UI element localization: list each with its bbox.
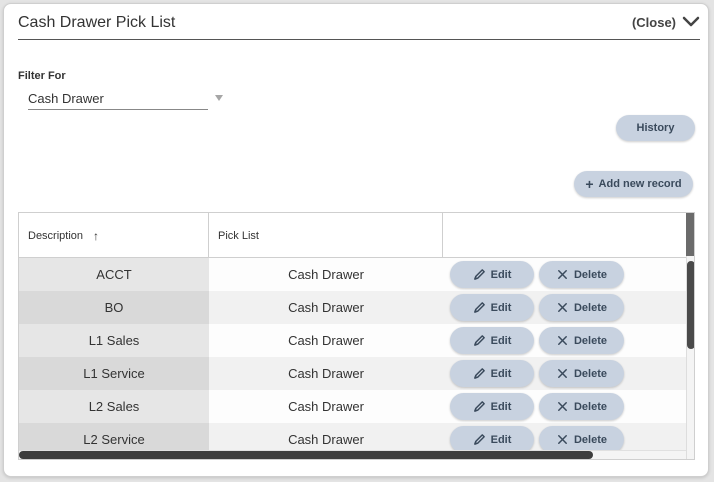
edit-label: Edit <box>490 301 512 314</box>
row-actions: Edit Delete <box>450 327 624 354</box>
pencil-icon <box>473 401 485 412</box>
row-actions: Edit Delete <box>450 360 624 387</box>
edit-button[interactable]: Edit <box>450 360 534 387</box>
table-row[interactable]: L1 Sales Cash Drawer Edit Delete <box>19 324 686 357</box>
table-row[interactable]: L2 Sales Cash Drawer Edit Delete <box>19 390 686 423</box>
history-label: History <box>636 122 675 134</box>
delete-label: Delete <box>573 433 608 446</box>
row-actions: Edit Delete <box>450 294 624 321</box>
pick-list-cell: Cash Drawer <box>288 366 364 381</box>
pencil-icon <box>473 302 485 313</box>
close-x-icon <box>558 270 567 279</box>
edit-label: Edit <box>490 367 512 380</box>
delete-label: Delete <box>573 301 608 314</box>
edit-button[interactable]: Edit <box>450 294 534 321</box>
delete-button[interactable]: Delete <box>539 294 624 321</box>
description-cell: L1 Sales <box>19 324 209 357</box>
vertical-scrollbar-header-cap <box>686 213 694 256</box>
column-header-actions <box>443 213 686 258</box>
delete-label: Delete <box>573 268 608 281</box>
pencil-icon <box>473 269 485 280</box>
delete-label: Delete <box>573 334 608 347</box>
pick-list-table: Description ↑ Pick List ACCT Cash Drawer E… <box>18 212 695 460</box>
table-row[interactable]: ACCT Cash Drawer Edit Delete <box>19 258 686 291</box>
chevron-down-icon <box>682 16 700 27</box>
edit-button[interactable]: Edit <box>450 327 534 354</box>
close-x-icon <box>558 303 567 312</box>
add-new-record-button[interactable]: + Add new record <box>574 171 693 197</box>
close-x-icon <box>558 336 567 345</box>
sort-ascending-icon: ↑ <box>93 228 100 243</box>
column-header-description[interactable]: Description ↑ <box>19 213 209 258</box>
dropdown-caret-icon[interactable] <box>215 95 223 101</box>
delete-button[interactable]: Delete <box>539 327 624 354</box>
delete-button[interactable]: Delete <box>539 393 624 420</box>
horizontal-scrollbar-thumb[interactable] <box>19 451 593 459</box>
pencil-icon <box>473 434 485 445</box>
column-header-label: Pick List <box>218 229 259 242</box>
close-x-icon <box>558 435 567 444</box>
pick-list-cell: Cash Drawer <box>288 267 364 282</box>
close-x-icon <box>558 402 567 411</box>
delete-button[interactable]: Delete <box>539 261 624 288</box>
column-header-pick-list[interactable]: Pick List <box>209 213 443 258</box>
delete-label: Delete <box>573 367 608 380</box>
pencil-icon <box>473 368 485 379</box>
description-cell: L1 Service <box>19 357 209 390</box>
plus-icon: + <box>585 176 594 192</box>
page-title: Cash Drawer Pick List <box>18 14 176 31</box>
add-new-record-label: Add new record <box>598 178 682 190</box>
edit-label: Edit <box>490 334 512 347</box>
description-cell: ACCT <box>19 258 209 291</box>
row-actions: Edit Delete <box>450 261 624 288</box>
description-cell: BO <box>19 291 209 324</box>
table-header: Description ↑ Pick List <box>19 213 686 258</box>
panel-header: Cash Drawer Pick List (Close) <box>18 12 700 40</box>
edit-button[interactable]: Edit <box>450 393 534 420</box>
close-label: (Close) <box>631 14 676 30</box>
close-button[interactable]: (Close) <box>632 14 700 30</box>
pick-list-cell: Cash Drawer <box>288 333 364 348</box>
filter-label: Filter For <box>18 70 66 82</box>
column-header-label: Description <box>28 229 84 242</box>
pick-list-cell: Cash Drawer <box>288 399 364 414</box>
table-row[interactable]: L1 Service Cash Drawer Edit Delete <box>19 357 686 390</box>
row-actions: Edit Delete <box>450 393 624 420</box>
cash-drawer-pick-list-panel: Cash Drawer Pick List (Close) Filter For… <box>3 3 709 477</box>
edit-button[interactable]: Edit <box>450 261 534 288</box>
table-row[interactable]: BO Cash Drawer Edit Delete <box>19 291 686 324</box>
vertical-scrollbar-thumb[interactable] <box>687 261 694 349</box>
edit-label: Edit <box>490 433 512 446</box>
pencil-icon <box>473 335 485 346</box>
row-actions: Edit Delete <box>450 426 624 453</box>
delete-button[interactable]: Delete <box>539 360 624 387</box>
edit-label: Edit <box>490 400 512 413</box>
pick-list-cell: Cash Drawer <box>288 300 364 315</box>
history-button[interactable]: History <box>616 115 695 141</box>
description-cell: L2 Sales <box>19 390 209 423</box>
delete-label: Delete <box>573 400 608 413</box>
edit-label: Edit <box>490 268 512 281</box>
filter-select[interactable]: Cash Drawer <box>28 90 208 110</box>
edit-button[interactable]: Edit <box>450 426 534 453</box>
close-x-icon <box>558 369 567 378</box>
delete-button[interactable]: Delete <box>539 426 624 453</box>
